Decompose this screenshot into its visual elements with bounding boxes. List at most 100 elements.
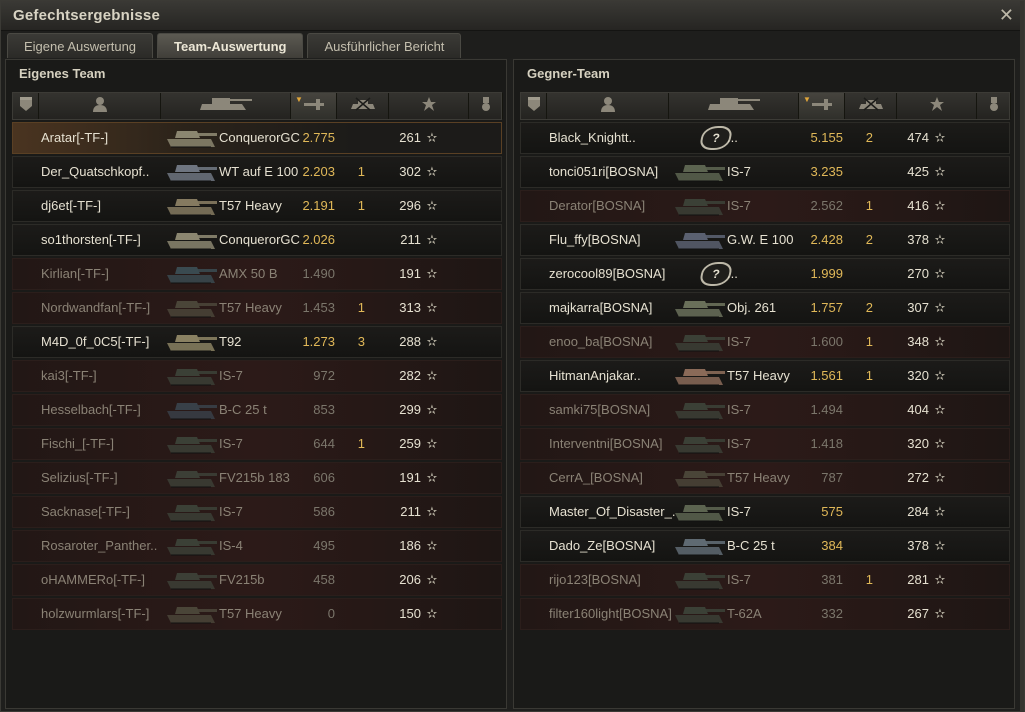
kills-value: 2 xyxy=(865,130,873,145)
xp-star-icon: ✫ xyxy=(934,232,946,247)
kills-value: 3 xyxy=(357,334,365,349)
table-row[interactable]: Flu_ffy[BOSNA] G.W. E 100 2.428 2 378 ✫ xyxy=(520,224,1010,256)
damage-value: 1.273 xyxy=(302,334,335,349)
battle-results-window: Gefechtsergebnisse ✕ Eigene Auswertung T… xyxy=(0,0,1025,712)
table-row[interactable]: CerrA_[BOSNA] T57 Heavy 787 272 ✫ xyxy=(520,462,1010,494)
column-header-kills[interactable] xyxy=(337,93,389,119)
column-header-xp-star[interactable] xyxy=(897,93,977,119)
damage-value: 5.155 xyxy=(810,130,843,145)
xp-value: 191 xyxy=(399,266,421,281)
table-row[interactable]: Fischi_[-TF-] IS-7 644 1 259 ✫ xyxy=(12,428,502,460)
table-row[interactable]: Master_Of_Disaster_.. IS-7 575 284 ✫ xyxy=(520,496,1010,528)
xp-value: 378 xyxy=(907,232,929,247)
tank-icon xyxy=(165,192,219,220)
damage-value: 1.418 xyxy=(810,436,843,451)
tank-icon xyxy=(165,328,219,356)
player-name: Flu_ffy[BOSNA] xyxy=(549,232,641,247)
column-header-damage[interactable]: ▼ xyxy=(291,93,337,119)
player-name: rijo123[BOSNA] xyxy=(549,572,641,587)
table-row[interactable]: Aratar[-TF-] ConquerorGC 2.775 261 ✫ xyxy=(12,122,502,154)
damage-value: 1.999 xyxy=(810,266,843,281)
tank-icon xyxy=(165,498,219,526)
tank-name: WT auf E 100 xyxy=(219,164,299,179)
xp-value: 307 xyxy=(907,300,929,315)
table-row[interactable]: Interventni[BOSNA] IS-7 1.418 320 ✫ xyxy=(520,428,1010,460)
tank-name: ConquerorGC xyxy=(219,130,300,145)
damage-value: 606 xyxy=(313,470,335,485)
table-row[interactable]: M4D_0f_0C5[-TF-] T92 1.273 3 288 ✫ xyxy=(12,326,502,358)
tank-name: FV215b xyxy=(219,572,265,587)
tab-detailed-report[interactable]: Ausführlicher Bericht xyxy=(307,33,462,58)
xp-value: 302 xyxy=(399,164,421,179)
damage-value: 1.494 xyxy=(810,402,843,417)
damage-value: 2.562 xyxy=(810,198,843,213)
column-header-medal[interactable] xyxy=(469,93,503,119)
xp-value: 267 xyxy=(907,606,929,621)
damage-value: 787 xyxy=(821,470,843,485)
player-name: majkarra[BOSNA] xyxy=(549,300,653,315)
damage-value: 1.453 xyxy=(302,300,335,315)
table-row[interactable]: holzwurmlars[-TF-] T57 Heavy 0 150 ✫ xyxy=(12,598,502,630)
table-row[interactable]: kai3[-TF-] IS-7 972 282 ✫ xyxy=(12,360,502,392)
tank-name: T57 Heavy xyxy=(219,198,282,213)
table-row[interactable]: HitmanAnjakar.. T57 Heavy 1.561 1 320 ✫ xyxy=(520,360,1010,392)
tab-own-evaluation[interactable]: Eigene Auswertung xyxy=(7,33,154,58)
column-header-kills[interactable] xyxy=(845,93,897,119)
xp-star-icon: ✫ xyxy=(934,470,946,485)
table-row[interactable]: Dado_Ze[BOSNA] B-C 25 t 384 378 ✫ xyxy=(520,530,1010,562)
table-row[interactable]: Derator[BOSNA] IS-7 2.562 1 416 ✫ xyxy=(520,190,1010,222)
table-row[interactable]: Kirlian[-TF-] AMX 50 B 1.490 191 ✫ xyxy=(12,258,502,290)
table-row[interactable]: Sacknase[-TF-] IS-7 586 211 ✫ xyxy=(12,496,502,528)
table-row[interactable]: Selizius[-TF-] FV215b 183 606 191 ✫ xyxy=(12,462,502,494)
table-row[interactable]: Nordwandfan[-TF-] T57 Heavy 1.453 1 313 ✫ xyxy=(12,292,502,324)
xp-star-icon: ✫ xyxy=(426,232,438,247)
own-team-rows: Aratar[-TF-] ConquerorGC 2.775 261 ✫ Der_Quat… xyxy=(12,122,502,632)
tank-name: IS-7 xyxy=(727,572,751,587)
table-row[interactable]: Hesselbach[-TF-] B-C 25 t 853 299 ✫ xyxy=(12,394,502,426)
kills-value xyxy=(343,463,365,493)
xp-value: 186 xyxy=(399,538,421,553)
table-row[interactable]: rijo123[BOSNA] IS-7 381 1 281 ✫ xyxy=(520,564,1010,596)
tank-name: T57 Heavy xyxy=(219,606,282,621)
column-header-rank-shield[interactable] xyxy=(521,93,547,119)
rank-shield-icon xyxy=(527,96,541,117)
table-row[interactable]: zerocool89[BOSNA]?... 1.999 270 ✫ xyxy=(520,258,1010,290)
xp-value: 272 xyxy=(907,470,929,485)
column-header-player[interactable] xyxy=(39,93,161,119)
tank-name: G.W. E 100 xyxy=(727,232,794,247)
table-row[interactable]: Black_Knightt..?... 5.155 2 474 ✫ xyxy=(520,122,1010,154)
column-header-player[interactable] xyxy=(547,93,669,119)
xp-value: 259 xyxy=(399,436,421,451)
tank-icon xyxy=(673,464,727,492)
tab-team-evaluation[interactable]: Team-Auswertung xyxy=(157,33,304,58)
own-team-column-header: ▼ xyxy=(12,92,503,120)
table-row[interactable]: oHAMMERo[-TF-] FV215b 458 206 ✫ xyxy=(12,564,502,596)
table-row[interactable]: so1thorsten[-TF-] ConquerorGC 2.026 211 ✫ xyxy=(12,224,502,256)
table-row[interactable]: Rosaroter_Panther.. IS-4 495 186 ✫ xyxy=(12,530,502,562)
tank-icon xyxy=(165,158,219,186)
xp-star-icon: ✫ xyxy=(426,334,438,349)
table-row[interactable]: majkarra[BOSNA] Obj. 261 1.757 2 307 ✫ xyxy=(520,292,1010,324)
xp-value: 284 xyxy=(907,504,929,519)
xp-star-icon: ✫ xyxy=(426,402,438,417)
tank-name: B-C 25 t xyxy=(219,402,267,417)
column-header-medal[interactable] xyxy=(977,93,1011,119)
table-row[interactable]: enoo_ba[BOSNA] IS-7 1.600 1 348 ✫ xyxy=(520,326,1010,358)
damage-value: 2.428 xyxy=(810,232,843,247)
column-header-damage[interactable]: ▼ xyxy=(799,93,845,119)
player-name: oHAMMERo[-TF-] xyxy=(41,572,145,587)
player-name: Black_Knightt.. xyxy=(549,130,636,145)
table-row[interactable]: samki75[BOSNA] IS-7 1.494 404 ✫ xyxy=(520,394,1010,426)
column-header-tank[interactable] xyxy=(669,93,799,119)
table-row[interactable]: dj6et[-TF-] T57 Heavy 2.191 1 296 ✫ xyxy=(12,190,502,222)
player-name: Sacknase[-TF-] xyxy=(41,504,130,519)
column-header-xp-star[interactable] xyxy=(389,93,469,119)
tank-icon xyxy=(165,430,219,458)
table-row[interactable]: filter160light[BOSNA] T-62A 332 267 ✫ xyxy=(520,598,1010,630)
table-row[interactable]: tonci051ri[BOSNA] IS-7 3.235 425 ✫ xyxy=(520,156,1010,188)
tab-bar: Eigene Auswertung Team-Auswertung Ausfüh… xyxy=(1,31,1024,58)
column-header-tank[interactable] xyxy=(161,93,291,119)
column-header-rank-shield[interactable] xyxy=(13,93,39,119)
table-row[interactable]: Der_Quatschkopf.. WT auf E 100 2.203 1 302 ✫ xyxy=(12,156,502,188)
close-icon[interactable]: ✕ xyxy=(999,5,1014,26)
